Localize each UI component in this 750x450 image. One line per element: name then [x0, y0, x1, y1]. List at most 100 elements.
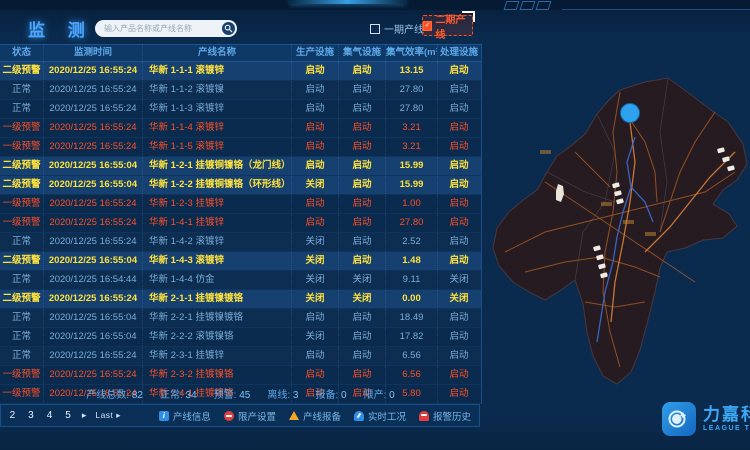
legend-label: 实时工况 [368, 409, 406, 423]
cell-treat: 关闭 [438, 271, 480, 289]
cell-time: 2020/12/25 16:54:44 [44, 271, 143, 289]
cell-prod: 启动 [292, 81, 339, 99]
cell-line: 华新 2-2-2 滚镀镍铬 [143, 328, 292, 346]
page-button[interactable]: 2 [8, 410, 18, 421]
cell-time: 2020/12/25 16:55:04 [44, 176, 143, 194]
cell-gas: 关闭 [339, 290, 386, 308]
bottom-bar: 12345▸Last ▸ i产线信息限产设置产线报备实时工况报警历史 [0, 404, 480, 427]
table-row[interactable]: 正常2020/12/25 16:54:44华新 1-4-4 仿金关闭关闭9.11… [0, 271, 481, 290]
page-button[interactable]: 5 [63, 410, 73, 421]
selection-corner-bracket [462, 11, 475, 22]
map-city-marker[interactable] [621, 104, 640, 123]
table-row[interactable]: 一级预警2020/12/25 16:55:24华新 2-3-2 挂镀镍铬启动启动… [0, 366, 481, 385]
summary-item: 正常: 34 [160, 386, 197, 401]
summary-item: 报备: 0 [315, 386, 346, 401]
table-row[interactable]: 正常2020/12/25 16:55:24华新 1-1-2 滚镀镍启动启动27.… [0, 81, 481, 100]
cell-treat: 启动 [438, 366, 480, 384]
cell-line: 华新 1-4-2 滚镀锌 [143, 233, 292, 251]
cell-line: 华新 1-2-2 挂镀铜镍铬（环形线） [143, 176, 292, 194]
cell-treat: 启动 [438, 138, 480, 156]
table-row[interactable]: 正常2020/12/25 16:55:24华新 2-3-1 挂镀锌启动启动6.5… [0, 347, 481, 366]
cell-eff: 9.11 [386, 271, 438, 289]
header-deco-line [562, 9, 750, 10]
cell-gas: 启动 [339, 347, 386, 365]
table-row[interactable]: 二级预警2020/12/25 16:55:04华新 1-4-3 滚镀锌关闭启动1… [0, 252, 481, 271]
cell-status: 正常 [0, 233, 44, 251]
legend-label: 限产设置 [238, 409, 276, 423]
legend-item-warning-triangle[interactable]: 产线报备 [289, 409, 341, 423]
table-row[interactable]: 一级预警2020/12/25 16:55:24华新 1-4-1 挂镀锌启动启动2… [0, 214, 481, 233]
region-map[interactable] [485, 52, 750, 395]
cell-time: 2020/12/25 16:55:24 [44, 81, 143, 99]
logo-name: 力嘉科技 [703, 406, 750, 424]
legend-item-alarm[interactable]: 报警历史 [419, 409, 471, 423]
cell-eff: 6.56 [386, 366, 438, 384]
legend-item-gauge[interactable]: 实时工况 [354, 409, 406, 423]
last-page-button[interactable]: Last ▸ [95, 410, 121, 421]
cell-status: 正常 [0, 81, 44, 99]
page-button[interactable]: 3 [26, 410, 36, 421]
cell-gas: 启动 [339, 119, 386, 137]
brand-logo: 力嘉科技 LEAGUE TECH [662, 402, 750, 436]
cell-status: 一级预警 [0, 214, 44, 232]
cell-treat: 启动 [438, 176, 480, 194]
cell-eff: 15.99 [386, 176, 438, 194]
cell-gas: 启动 [339, 328, 386, 346]
cell-time: 2020/12/25 16:55:24 [44, 100, 143, 118]
table-row[interactable]: 一级预警2020/12/25 16:55:24华新 1-1-4 滚镀锌启动启动3… [0, 119, 481, 138]
cell-status: 正常 [0, 271, 44, 289]
cell-treat: 启动 [438, 100, 480, 118]
cell-treat: 启动 [438, 119, 480, 137]
col-header-line: 产线名称 [143, 44, 292, 62]
search-box[interactable] [95, 20, 237, 37]
cell-prod: 启动 [292, 138, 339, 156]
cell-gas: 关闭 [339, 271, 386, 289]
legend-label: 报警历史 [433, 409, 471, 423]
cell-status: 二级预警 [0, 62, 44, 80]
next-page-icon[interactable]: ▸ [82, 410, 87, 421]
table-row[interactable]: 正常2020/12/25 16:55:04华新 2-2-2 滚镀镍铬关闭启动17… [0, 328, 481, 347]
cell-eff: 1.00 [386, 195, 438, 213]
cell-treat: 启动 [438, 214, 480, 232]
table-row[interactable]: 二级预警2020/12/25 16:55:04华新 1-2-1 挂镀铜镍铬（龙门… [0, 157, 481, 176]
legend-bar: i产线信息 限产设置 产线报备 实时工况 报警历史 [159, 409, 471, 423]
cell-gas: 启动 [339, 366, 386, 384]
table-row[interactable]: 二级预警2020/12/25 16:55:24华新 1-1-1 滚镀锌启动启动1… [0, 62, 481, 81]
table-row[interactable]: 正常2020/12/25 16:55:24华新 1-4-2 滚镀锌关闭启动2.5… [0, 233, 481, 252]
cell-time: 2020/12/25 16:55:24 [44, 233, 143, 251]
cell-time: 2020/12/25 16:55:04 [44, 252, 143, 270]
cell-time: 2020/12/25 16:55:24 [44, 195, 143, 213]
cell-status: 正常 [0, 100, 44, 118]
cell-prod: 启动 [292, 100, 339, 118]
table-row[interactable]: 正常2020/12/25 16:55:24华新 1-1-3 滚镀锌启动启动27.… [0, 100, 481, 119]
cell-eff: 15.99 [386, 157, 438, 175]
cell-eff: 6.56 [386, 347, 438, 365]
table-row[interactable]: 一级预警2020/12/25 16:55:24华新 1-2-3 挂镀锌启动启动1… [0, 195, 481, 214]
col-header-eff: 集气效率(m³/s) [386, 44, 438, 62]
legend-item-info-square[interactable]: i产线信息 [159, 409, 211, 423]
table-row[interactable]: 二级预警2020/12/25 16:55:24华新 2-1-1 挂镀镍镀铬关闭关… [0, 290, 481, 309]
table-row[interactable]: 一级预警2020/12/25 16:55:24华新 1-1-5 滚镀锌启动启动3… [0, 138, 481, 157]
cell-status: 二级预警 [0, 252, 44, 270]
cell-line: 华新 2-3-2 挂镀镍铬 [143, 366, 292, 384]
summary-item: 限产: 0 [364, 386, 395, 401]
no-entry-icon [224, 411, 234, 421]
legend-label: 产线报备 [303, 409, 341, 423]
cell-treat: 启动 [438, 233, 480, 251]
phase1-checkbox[interactable]: 一期产线 [370, 21, 424, 36]
pagination: 12345▸Last ▸ [0, 410, 121, 421]
checkbox-unchecked-icon [370, 24, 380, 34]
cell-prod: 启动 [292, 119, 339, 137]
cell-treat: 启动 [438, 81, 480, 99]
col-header-prod: 生产设施 [292, 44, 339, 62]
search-input[interactable] [95, 24, 222, 33]
monitoring-table: 状态 监测时间 产线名称 生产设施 集气设施 集气效率(m³/s) 处理设施 二… [0, 44, 482, 404]
cell-eff: 2.52 [386, 233, 438, 251]
search-icon[interactable] [222, 22, 235, 35]
table-row[interactable]: 二级预警2020/12/25 16:55:04华新 1-2-2 挂镀铜镍铬（环形… [0, 176, 481, 195]
cell-prod: 关闭 [292, 328, 339, 346]
header-glow-decoration [290, 0, 405, 4]
table-row[interactable]: 正常2020/12/25 16:55:04华新 2-2-1 挂镀镍镀铬启动启动1… [0, 309, 481, 328]
page-button[interactable]: 4 [45, 410, 55, 421]
legend-item-no-entry[interactable]: 限产设置 [224, 409, 276, 423]
